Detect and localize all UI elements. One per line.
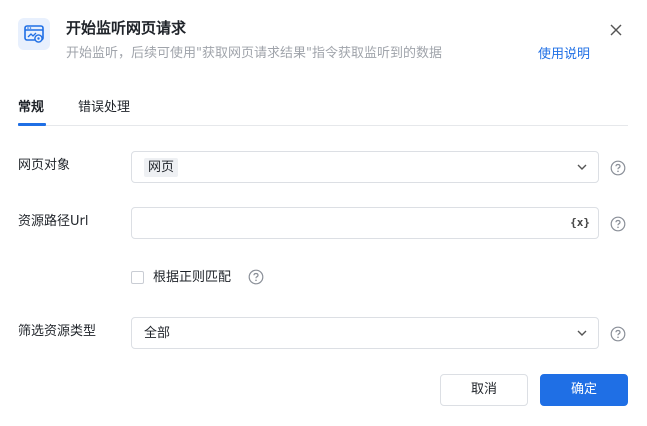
- resource-type-select[interactable]: 全部: [131, 317, 599, 349]
- tab-error-handling[interactable]: 错误处理: [78, 98, 130, 118]
- regex-match-label[interactable]: 根据正则匹配: [153, 269, 231, 287]
- resource-type-label: 筛选资源类型: [18, 324, 97, 339]
- question-circle-icon[interactable]: [610, 326, 626, 342]
- web-object-select[interactable]: 网页: [131, 151, 599, 183]
- question-circle-icon[interactable]: [610, 160, 626, 176]
- dialog-title: 开始监听网页请求: [66, 19, 187, 37]
- variable-icon[interactable]: {x}: [570, 215, 590, 231]
- confirm-button[interactable]: 确定: [540, 374, 628, 406]
- resource-type-value: 全部: [144, 326, 171, 341]
- web-object-label: 网页对象: [18, 158, 71, 173]
- resource-url-input[interactable]: {x}: [131, 207, 599, 239]
- close-icon[interactable]: [606, 20, 626, 40]
- resource-url-label: 资源路径Url: [18, 214, 89, 229]
- web-object-tag: 网页: [144, 158, 179, 177]
- network-monitor-icon: [18, 18, 50, 50]
- cancel-button[interactable]: 取消: [440, 374, 528, 406]
- question-circle-icon[interactable]: [248, 269, 264, 285]
- tab-bar: 常规 错误处理: [18, 98, 628, 126]
- active-tab-indicator: [18, 123, 46, 126]
- dialog-subtitle: 开始监听，后续可使用"获取网页请求结果"指令获取监听到的数据: [66, 46, 442, 61]
- tab-general[interactable]: 常规: [18, 98, 44, 118]
- regex-match-checkbox[interactable]: [131, 271, 144, 284]
- question-circle-icon[interactable]: [610, 216, 626, 232]
- help-link[interactable]: 使用说明: [538, 46, 590, 64]
- chevron-down-icon: [577, 164, 587, 170]
- chevron-down-icon: [577, 330, 587, 336]
